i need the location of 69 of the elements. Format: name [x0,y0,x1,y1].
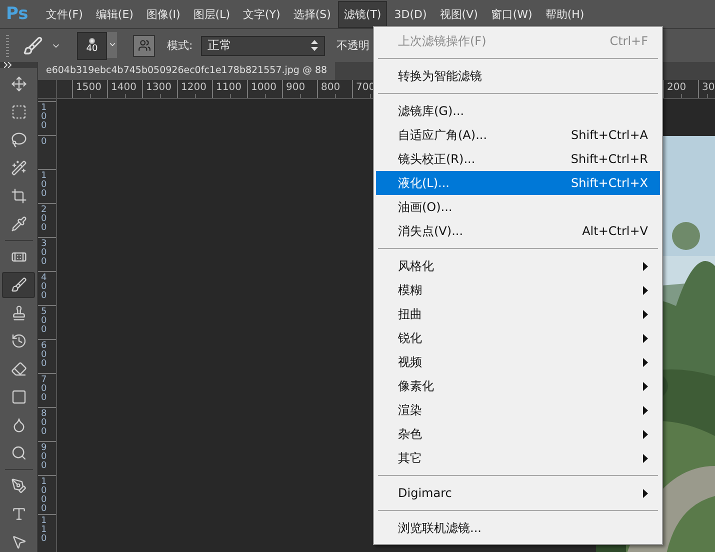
ruler-label: 0 [41,138,48,147]
menu-item[interactable]: 图层(L) [187,0,236,28]
document-tab[interactable]: e604b319ebc4b745b050926ec0fc1e178b821557.jpg @ 88 [38,62,336,80]
menu-item[interactable]: 风格化 [376,254,660,278]
tool-button[interactable] [2,272,35,298]
ruler-label: 900 [41,444,48,471]
pointer-icon [10,534,26,550]
menu-item[interactable]: 模糊 [376,278,660,302]
figures-icon [138,39,150,52]
ruler-label: 500 [41,308,48,335]
ruler-label: 400 [41,274,48,301]
ruler-label: 600 [41,342,48,369]
eraser-icon [10,361,26,377]
history-brush-icon [10,333,26,349]
menu-item[interactable]: 滤镜库(G)... [376,99,660,123]
mode-label: 模式: [167,38,193,53]
menu-item[interactable]: 选择(S) [287,0,337,28]
menu-item[interactable]: 其它 [376,446,660,470]
ruler-label: 30 [698,80,715,98]
brush-panel-button[interactable] [133,34,155,56]
menu-item[interactable]: 像素化 [376,374,660,398]
stamp-icon [10,305,26,321]
menu-item[interactable]: 浏览联机滤镜... [376,516,660,540]
move-icon [10,76,26,92]
menu-item[interactable]: 滤镜(T) [338,0,388,28]
menu-item[interactable]: 自适应广角(A)... Shift+Ctrl+A [376,123,660,147]
collapse-icon[interactable] [4,62,13,68]
wand-icon [10,160,26,176]
menu-item[interactable]: 视图(V) [434,0,484,28]
type-icon [10,506,26,522]
brush-icon [10,277,26,293]
app-logo: Ps [6,4,30,24]
pen-icon [10,478,26,494]
droplet-icon [10,417,26,433]
ruler-label: 700 [41,376,48,403]
crop-icon [10,188,26,204]
ruler-label: 110 [41,517,48,544]
menu-item[interactable]: 液化(L)... Shift+Ctrl+X [376,171,660,195]
up-down-arrows-icon [310,40,318,51]
ruler-label: 800 [41,410,48,437]
brush-icon[interactable] [23,36,43,56]
menu-item[interactable]: 文件(F) [40,0,89,28]
ruler-label: 300 [41,240,48,267]
menu-item[interactable]: 消失点(V)... Alt+Ctrl+V [376,219,660,243]
menu-item[interactable]: 帮助(H) [539,0,590,28]
menu-item[interactable]: 扭曲 [376,302,660,326]
menu-item[interactable]: 窗口(W) [484,0,538,28]
menu-item[interactable]: 渲染 [376,398,660,422]
magnifier-icon [10,445,26,461]
brush-preset-button[interactable]: 40 [77,32,107,60]
menu-item[interactable]: 油画(O)... [376,195,660,219]
menu-item[interactable]: 3D(D) [388,2,433,26]
ruler-label: 200 [41,206,48,233]
marquee-icon [10,104,26,120]
ruler-label: 100 [41,172,48,199]
menu-item[interactable]: 编辑(E) [90,0,140,28]
menu-item[interactable]: 杂色 [376,422,660,446]
menu-item[interactable]: Digimarc [376,481,660,505]
ruler-label: 1000 [41,478,48,514]
mode-select[interactable]: 正常 [200,36,325,56]
eyedropper-icon [10,216,26,232]
ruler-label: 100 [41,104,48,131]
menu-item[interactable]: 锐化 [376,326,660,350]
menu-item[interactable]: 文字(Y) [237,0,286,28]
opacity-label: 不透明 [336,38,370,53]
lasso-icon [10,132,26,148]
menu-item[interactable]: 图像(I) [140,0,186,28]
menu-item[interactable]: 视频 [376,350,660,374]
menu-item[interactable]: 镜头校正(R)... Shift+Ctrl+R [376,147,660,171]
